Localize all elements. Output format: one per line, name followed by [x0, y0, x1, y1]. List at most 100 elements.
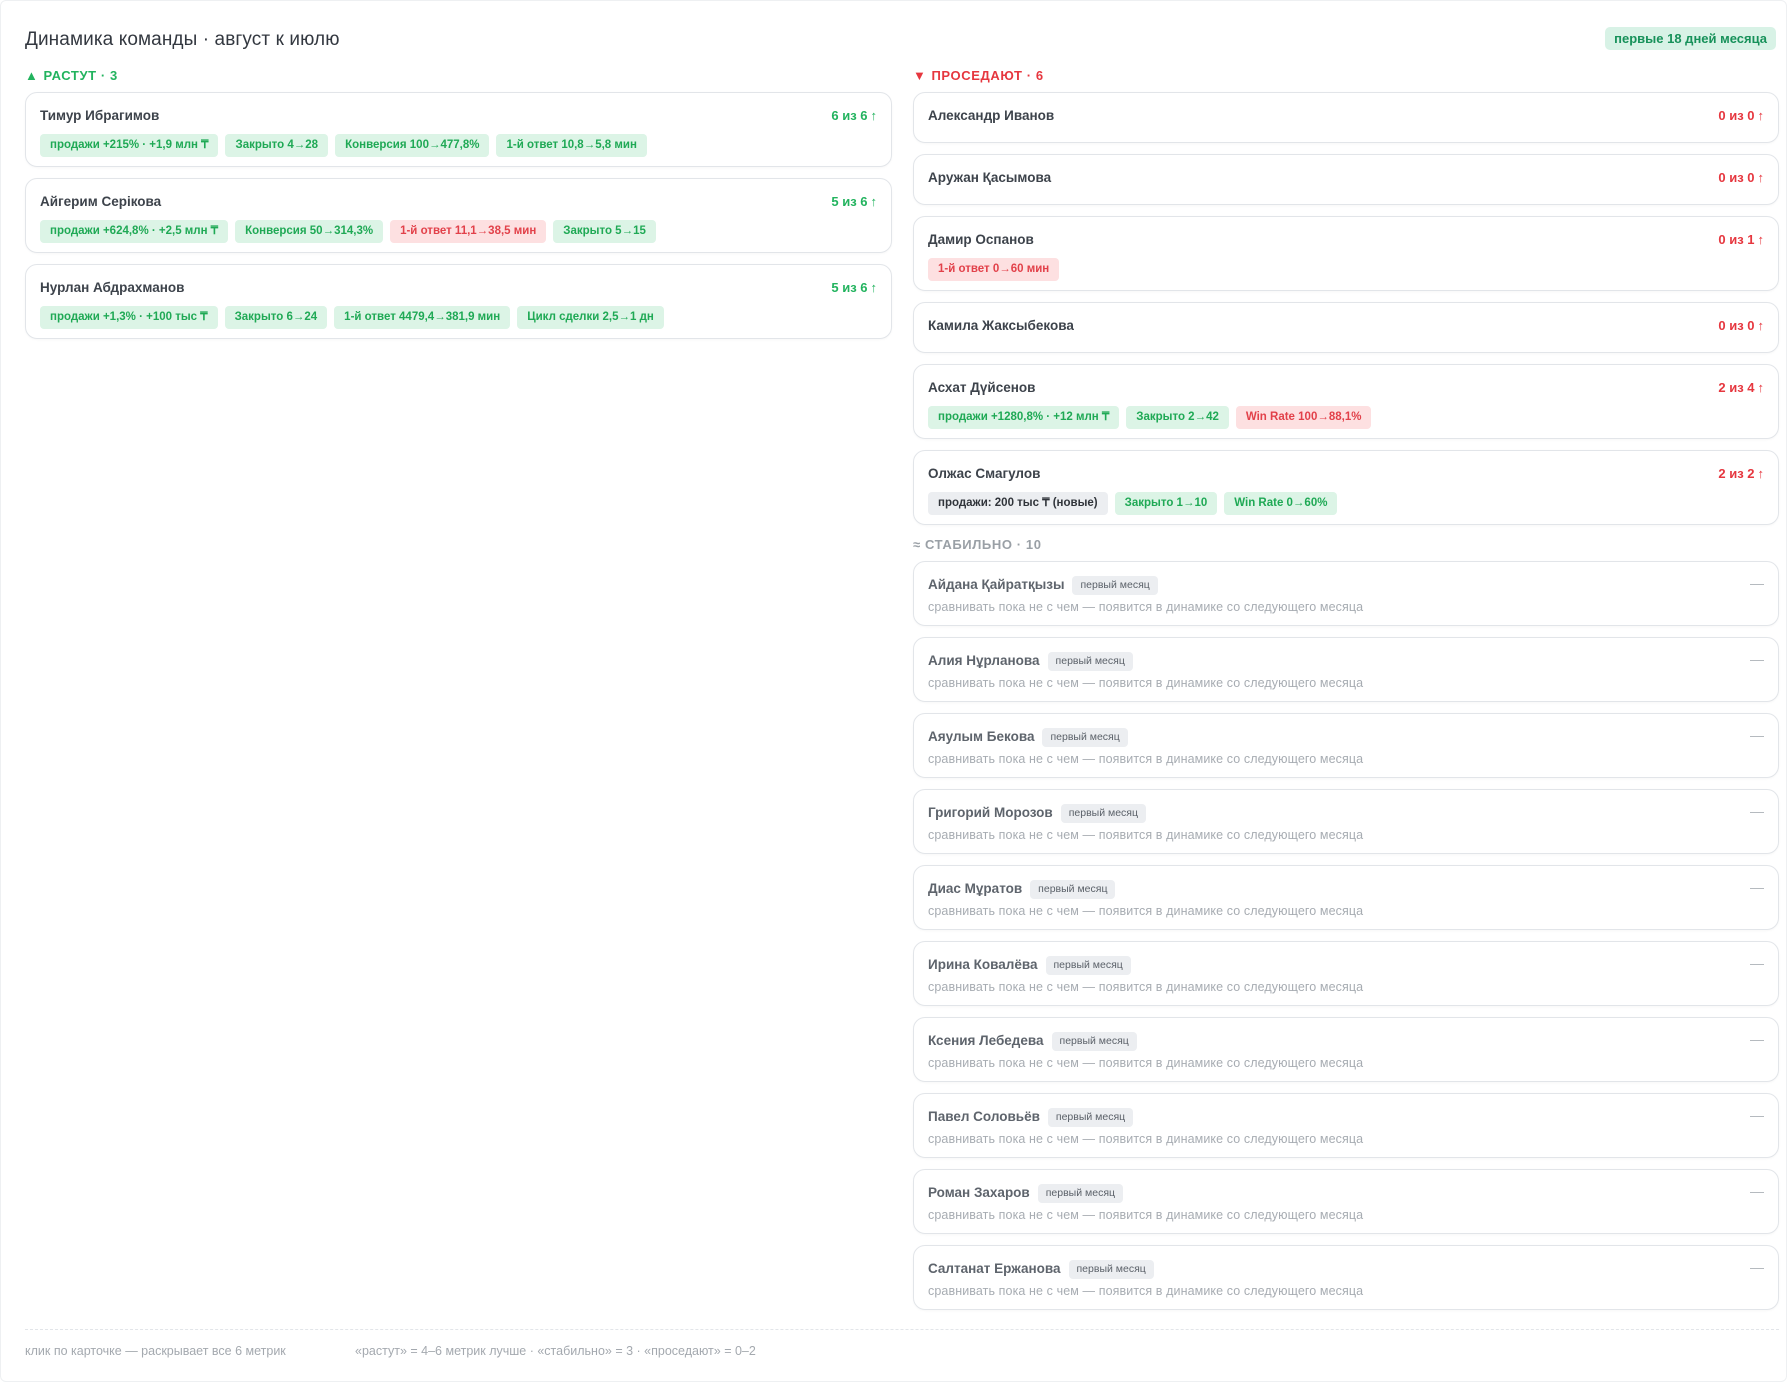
employee-card[interactable]: Алия Нұрланова первый месяц сравнивать пок…: [913, 637, 1779, 702]
dash-icon: —: [1750, 651, 1764, 667]
score-value: 6 из 6: [831, 108, 868, 123]
arrow-up-icon: ↑: [870, 194, 878, 209]
employee-name: Григорий Морозов: [928, 805, 1053, 820]
employee-name: Роман Захаров: [928, 1185, 1030, 1200]
employee-card[interactable]: Ксения Лебедева первый месяц сравнивать по…: [913, 1017, 1779, 1082]
arrow-up-icon: ↑: [1757, 380, 1765, 395]
metric-tag: Закрыто 4→28: [225, 134, 329, 157]
employee-card[interactable]: Нурлан Абдрахманов 5 из 6 ↑ продажи +1,3% ·…: [25, 264, 892, 339]
metric-tags: продажи +624,8% · +2,5 млн ₸ Конверсия 50…: [40, 220, 877, 243]
employee-name: Ирина Ковалёва: [928, 957, 1038, 972]
employee-card[interactable]: Тимур Ибрагимов 6 из 6 ↑ продажи +215% · +1…: [25, 92, 892, 167]
employee-card[interactable]: Григорий Морозов первый месяц сравнивать п…: [913, 789, 1779, 854]
employee-card[interactable]: Ирина Ковалёва первый месяц сравнивать пок…: [913, 941, 1779, 1006]
employee-card[interactable]: Аяулым Бекова первый месяц сравнивать пока…: [913, 713, 1779, 778]
employee-card[interactable]: Салтанат Ержанова первый месяц сравнивать …: [913, 1245, 1779, 1310]
metric-tag: 1-й ответ 0→60 мин: [928, 258, 1060, 281]
metric-tags: 1-й ответ 0→60 мин: [928, 258, 1764, 281]
metrics-score: 0 из 0 ↑: [1718, 106, 1764, 126]
employee-name-row: Григорий Морозов первый месяц: [928, 803, 1764, 823]
score-value: 2 из 4: [1718, 380, 1755, 395]
metrics-score: 2 из 4 ↑: [1718, 378, 1764, 398]
score-value: 0 из 0: [1718, 108, 1755, 123]
declining-column: ▼ ПРОСЕДАЮТ · 6 Александр Иванов 0 из 0 ↑ Ар…: [913, 65, 1779, 1321]
growing-section-title: РАСТУТ · 3: [43, 68, 118, 83]
no-comparison-note: сравнивать пока не с чем — появится в ди…: [928, 904, 1364, 918]
triangle-up-icon: ▲: [25, 68, 39, 83]
first-month-badge: первый месяц: [1072, 575, 1158, 595]
employee-name: Ксения Лебедева: [928, 1033, 1044, 1048]
first-month-badge: первый месяц: [1045, 955, 1131, 975]
metric-tag: продажи +624,8% · +2,5 млн ₸: [40, 220, 229, 243]
employee-name-row: Ксения Лебедева первый месяц: [928, 1031, 1764, 1051]
metric-tag: продажи +215% · +1,9 млн ₸: [40, 134, 219, 157]
metric-tag: Цикл сделки 2,5→1 дн: [517, 306, 664, 329]
employee-name-row: Диас Мұратов первый месяц: [928, 879, 1764, 899]
employee-name: Дамир Оспанов: [928, 232, 1034, 247]
employee-name: Камила Жаксыбекова: [928, 318, 1074, 333]
employee-card[interactable]: Асхат Дүйсенов 2 из 4 ↑ продажи +1280,8% · …: [913, 364, 1779, 439]
employee-name-row: Алия Нұрланова первый месяц: [928, 651, 1764, 671]
employee-card[interactable]: Олжас Смагулов 2 из 2 ↑ продажи: 200 тыс ₸ …: [913, 450, 1779, 525]
footer: клик по карточке — раскрывает все 6 метр…: [25, 1329, 1779, 1358]
employee-name-row: Салтанат Ержанова первый месяц: [928, 1259, 1764, 1279]
arrow-up-icon: ↑: [870, 280, 878, 295]
metric-tag: продажи +1280,8% · +12 млн ₸: [928, 406, 1120, 429]
growing-column: ▲ РАСТУТ · 3 Тимур Ибрагимов 6 из 6 ↑ продаж…: [25, 65, 892, 350]
employee-name-row: Ирина Ковалёва первый месяц: [928, 955, 1764, 975]
dash-icon: —: [1750, 803, 1764, 819]
employee-card[interactable]: Александр Иванов 0 из 0 ↑: [913, 92, 1779, 143]
employee-card[interactable]: Айгерим Серікова 5 из 6 ↑ продажи +624,8% ·…: [25, 178, 892, 253]
employee-card[interactable]: Айдана Қайратқызы первый месяц сравнивать …: [913, 561, 1779, 626]
no-comparison-note: сравнивать пока не с чем — появится в ди…: [928, 980, 1364, 994]
employee-card[interactable]: Роман Захаров первый месяц сравнивать пока…: [913, 1169, 1779, 1234]
metric-tag: продажи +1,3% · +100 тыс ₸: [40, 306, 218, 329]
metric-tag: Win Rate 100→88,1%: [1235, 406, 1372, 429]
growing-list: Тимур Ибрагимов 6 из 6 ↑ продажи +215% · +1…: [25, 92, 892, 339]
employee-card[interactable]: Камила Жаксыбекова 0 из 0 ↑: [913, 302, 1779, 353]
first-month-badge: первый месяц: [1060, 803, 1146, 823]
period-badge: первые 18 дней месяца: [1605, 27, 1776, 50]
no-comparison-note: сравнивать пока не с чем — появится в ди…: [928, 752, 1364, 766]
no-comparison-note: сравнивать пока не с чем — появится в ди…: [928, 1056, 1364, 1070]
metrics-score: 0 из 0 ↑: [1718, 316, 1764, 336]
no-comparison-note: сравнивать пока не с чем — появится в ди…: [928, 1284, 1364, 1298]
metrics-score: 6 из 6 ↑: [831, 106, 877, 126]
metric-tag: 1-й ответ 10,8→5,8 мин: [496, 134, 647, 157]
dash-icon: —: [1750, 879, 1764, 895]
stable-section-title: ≈ СТАБИЛЬНО · 10: [913, 537, 1042, 552]
employee-name-row: Айдана Қайратқызы первый месяц: [928, 575, 1764, 595]
declining-section-title: ПРОСЕДАЮТ · 6: [931, 68, 1044, 83]
employee-card[interactable]: Аружан Қасымова 0 из 0 ↑: [913, 154, 1779, 205]
score-value: 0 из 0: [1718, 318, 1755, 333]
employee-card[interactable]: Павел Соловьёв первый месяц сравнивать пок…: [913, 1093, 1779, 1158]
first-month-badge: первый месяц: [1047, 1107, 1134, 1127]
employee-name: Аружан Қасымова: [928, 170, 1052, 185]
employee-name: Алия Нұрланова: [928, 653, 1040, 668]
arrow-up-icon: ↑: [1757, 170, 1765, 185]
score-value: 0 из 1: [1718, 232, 1755, 247]
employee-name: Асхат Дүйсенов: [928, 380, 1036, 395]
score-value: 5 из 6: [831, 194, 868, 209]
metric-tag: Закрыто 1→10: [1114, 492, 1218, 515]
footer-legend: «растут» = 4–6 метрик лучше · «стабильно…: [355, 1344, 756, 1358]
metrics-score: 5 из 6 ↑: [831, 278, 877, 298]
metrics-score: 0 из 0 ↑: [1718, 168, 1764, 188]
employee-name: Олжас Смагулов: [928, 466, 1041, 481]
metric-tags: продажи +1280,8% · +12 млн ₸ Закрыто 2→42…: [928, 406, 1764, 429]
header: Динамика команды · август к июлю первые …: [25, 27, 1776, 55]
employee-name: Салтанат Ержанова: [928, 1261, 1061, 1276]
first-month-badge: первый месяц: [1042, 727, 1128, 747]
dash-icon: —: [1750, 1259, 1764, 1275]
no-comparison-note: сравнивать пока не с чем — появится в ди…: [928, 828, 1364, 842]
arrow-up-icon: ↑: [1757, 232, 1765, 247]
employee-card[interactable]: Дамир Оспанов 0 из 1 ↑ 1-й ответ 0→60 мин: [913, 216, 1779, 291]
employee-name: Павел Соловьёв: [928, 1109, 1040, 1124]
employee-name-row: Роман Захаров первый месяц: [928, 1183, 1764, 1203]
employee-card[interactable]: Диас Мұратов первый месяц сравнивать пока …: [913, 865, 1779, 930]
no-comparison-note: сравнивать пока не с чем — появится в ди…: [928, 1132, 1364, 1146]
no-comparison-note: сравнивать пока не с чем — появится в ди…: [928, 1208, 1364, 1222]
stable-section-header: ≈ СТАБИЛЬНО · 10: [913, 534, 1779, 555]
employee-name-row: Павел Соловьёв первый месяц: [928, 1107, 1764, 1127]
dash-icon: —: [1750, 575, 1764, 591]
